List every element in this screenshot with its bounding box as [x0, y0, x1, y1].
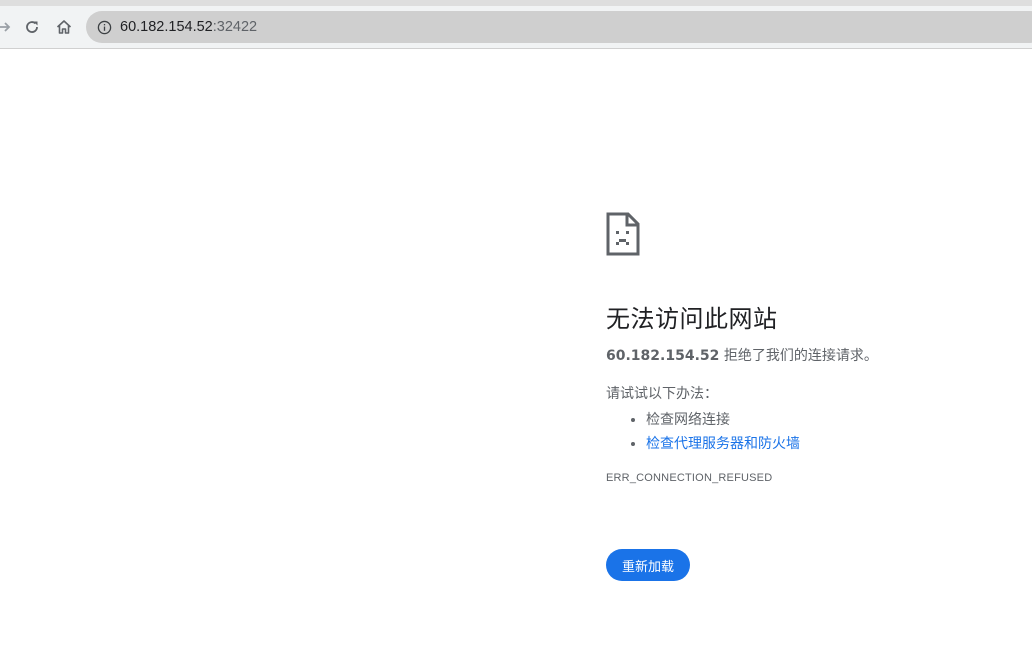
url-port: :32422: [212, 19, 258, 35]
reload-page-button[interactable]: 重新加载: [606, 549, 690, 581]
info-icon[interactable]: [96, 19, 112, 35]
error-summary-text: 拒绝了我们的连接请求。: [719, 348, 878, 364]
suggestion-item: 检查网络连接: [646, 408, 1026, 432]
sad-page-icon: [606, 212, 640, 256]
suggestion-check-network: 检查网络连接: [646, 412, 730, 428]
error-content: 无法访问此网站 60.182.154.52 拒绝了我们的连接请求。 请试试以下办…: [606, 212, 1026, 484]
error-code: ERR_CONNECTION_REFUSED: [606, 472, 773, 484]
arrow-right-icon: [0, 22, 11, 32]
browser-toolbar: 60.182.154.52:32422: [0, 6, 1032, 49]
home-icon: [56, 20, 72, 34]
url-text[interactable]: 60.182.154.52:32422: [120, 19, 257, 35]
url-host: 60.182.154.52: [120, 19, 213, 35]
error-summary: 60.182.154.52 拒绝了我们的连接请求。: [606, 346, 1026, 366]
error-host: 60.182.154.52: [606, 348, 720, 364]
suggestion-check-proxy-link[interactable]: 检查代理服务器和防火墙: [646, 436, 800, 452]
forward-button[interactable]: [0, 15, 16, 39]
page-title: 无法访问此网站: [606, 305, 778, 333]
suggestions-heading: 请试试以下办法：: [606, 386, 718, 402]
reload-button[interactable]: [20, 15, 44, 39]
address-bar[interactable]: 60.182.154.52:32422: [86, 11, 1032, 43]
home-button[interactable]: [52, 15, 76, 39]
reload-icon: [26, 21, 38, 33]
suggestions-list: 检查网络连接 检查代理服务器和防火墙: [606, 408, 1026, 456]
suggestion-item: 检查代理服务器和防火墙: [646, 432, 1026, 456]
